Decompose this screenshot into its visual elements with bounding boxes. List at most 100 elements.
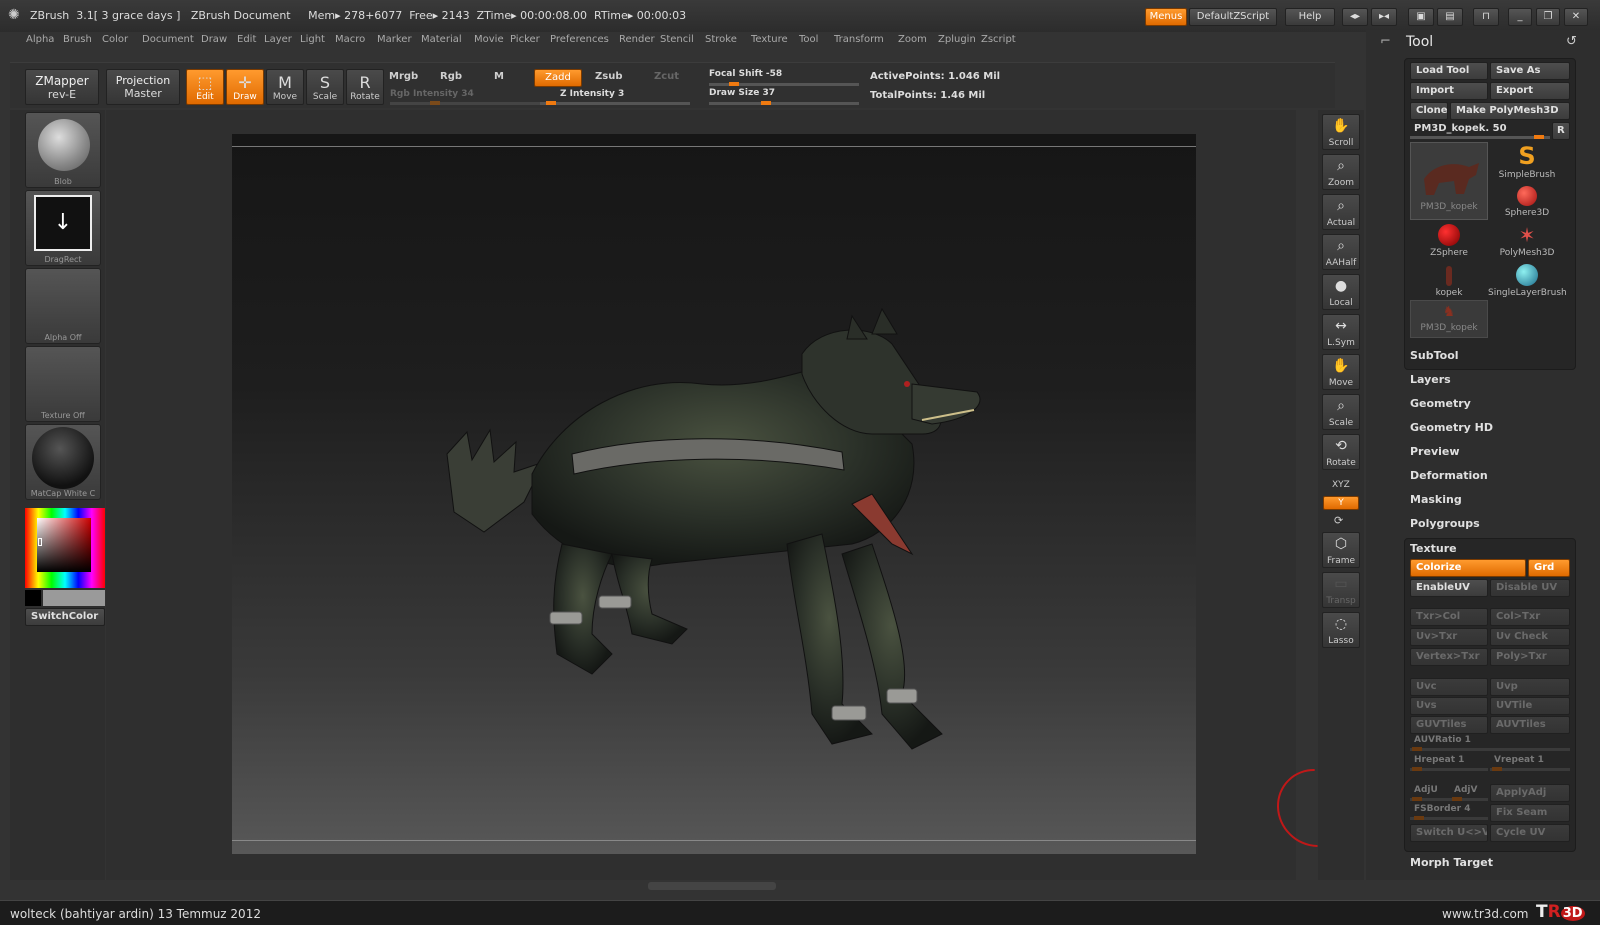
adju-knob[interactable] bbox=[1412, 797, 1422, 801]
adjv-slider[interactable]: AdjV bbox=[1454, 785, 1477, 795]
draw-size-track[interactable] bbox=[709, 101, 859, 105]
menu-brush[interactable]: Brush bbox=[63, 34, 92, 45]
grd-button[interactable]: Grd bbox=[1528, 559, 1570, 577]
edit-button[interactable]: ⬚ Edit bbox=[186, 69, 224, 105]
switch-uv-button[interactable]: Switch U<>V bbox=[1410, 824, 1488, 842]
thumb-zsphere[interactable]: ZSphere bbox=[1410, 222, 1488, 260]
fsborder-slider[interactable]: FSBorder 4 bbox=[1414, 804, 1471, 814]
actual-button[interactable]: ⌕ Actual bbox=[1322, 194, 1360, 230]
menu-zoom[interactable]: Zoom bbox=[898, 34, 927, 45]
current-tool-knob[interactable] bbox=[1534, 135, 1544, 139]
adjuv-track[interactable] bbox=[1410, 797, 1488, 801]
load-tool-button[interactable]: Load Tool bbox=[1410, 62, 1488, 80]
uv-check-button[interactable]: Uv Check bbox=[1490, 628, 1570, 646]
focal-shift-track[interactable] bbox=[709, 82, 859, 86]
local-button[interactable]: ● Local bbox=[1322, 274, 1360, 310]
rgb-intensity-slider[interactable]: Rgb Intensity 34 bbox=[390, 89, 474, 99]
section-deformation[interactable]: Deformation bbox=[1410, 469, 1488, 482]
thumb-pm3d-kopek-2[interactable]: ♞ PM3D_kopek bbox=[1410, 300, 1488, 338]
aahalf-button[interactable]: ⌕ AAHalf bbox=[1322, 234, 1360, 270]
uvc-button[interactable]: Uvc bbox=[1410, 678, 1488, 696]
vrepeat-knob[interactable] bbox=[1492, 767, 1502, 771]
mrgb-button[interactable]: Mrgb bbox=[389, 71, 418, 82]
vertex-txr-button[interactable]: Vertex>Txr bbox=[1410, 648, 1488, 666]
menu-zplugin[interactable]: Zplugin bbox=[938, 34, 976, 45]
brush-slot[interactable]: Blob bbox=[25, 112, 101, 188]
thumb-pm3d-kopek-active[interactable]: PM3D_kopek bbox=[1410, 142, 1488, 220]
adjv-knob[interactable] bbox=[1452, 797, 1462, 801]
menu-color[interactable]: Color bbox=[102, 34, 128, 45]
current-tool-track[interactable] bbox=[1410, 135, 1550, 139]
cycle-uv-button[interactable]: Cycle UV bbox=[1490, 824, 1570, 842]
scale-button[interactable]: S Scale bbox=[306, 69, 344, 105]
transp-button[interactable]: ▭ Transp bbox=[1322, 572, 1360, 608]
m-button[interactable]: M bbox=[494, 71, 504, 82]
guvtiles-button[interactable]: GUVTiles bbox=[1410, 716, 1488, 734]
menu-picker[interactable]: Picker bbox=[510, 34, 540, 45]
col-txr-button[interactable]: Col>Txr bbox=[1490, 608, 1570, 626]
default-zscript-button[interactable]: DefaultZScript bbox=[1189, 8, 1277, 26]
menu-light[interactable]: Light bbox=[300, 34, 325, 45]
zoom-button[interactable]: ⌕ Zoom bbox=[1322, 154, 1360, 190]
draw-size-slider[interactable]: Draw Size 37 bbox=[709, 88, 775, 98]
move-button[interactable]: M Move bbox=[266, 69, 304, 105]
vrepeat-slider[interactable]: Vrepeat 1 bbox=[1494, 755, 1544, 765]
section-polygroups[interactable]: Polygroups bbox=[1410, 517, 1480, 530]
menu-movie[interactable]: Movie bbox=[474, 34, 504, 45]
z-axis-icon[interactable]: ⟳ bbox=[1334, 514, 1343, 527]
hrepeat-knob[interactable] bbox=[1412, 767, 1422, 771]
focal-shift-knob[interactable] bbox=[729, 82, 739, 86]
lasso-button[interactable]: ◌ Lasso bbox=[1322, 612, 1360, 648]
disable-uv-button[interactable]: Disable UV bbox=[1490, 579, 1570, 597]
help-button[interactable]: Help bbox=[1285, 8, 1335, 26]
rotate-button[interactable]: R Rotate bbox=[346, 69, 384, 105]
thumb-simplebrush[interactable]: S SimpleBrush bbox=[1488, 142, 1566, 180]
switchcolor-button[interactable]: SwitchColor bbox=[25, 608, 105, 626]
uvtile-button[interactable]: UVTile bbox=[1490, 697, 1570, 715]
menus-button[interactable]: Menus bbox=[1145, 8, 1187, 26]
document-canvas[interactable] bbox=[232, 134, 1196, 854]
creature-model[interactable] bbox=[232, 134, 1196, 854]
menu-macro[interactable]: Macro bbox=[335, 34, 365, 45]
hrepeat-slider[interactable]: Hrepeat 1 bbox=[1414, 755, 1464, 765]
secondary-color-swatch[interactable] bbox=[43, 590, 105, 606]
save-as-button[interactable]: Save As bbox=[1490, 62, 1570, 80]
menu-alpha[interactable]: Alpha bbox=[26, 34, 54, 45]
clone-button[interactable]: Clone bbox=[1410, 102, 1448, 120]
menu-marker[interactable]: Marker bbox=[377, 34, 412, 45]
rgb-button[interactable]: Rgb bbox=[440, 71, 462, 82]
menu-preferences[interactable]: Preferences bbox=[550, 34, 609, 45]
section-geometry-hd[interactable]: Geometry HD bbox=[1410, 421, 1493, 434]
move-view-button[interactable]: ✋ Move bbox=[1322, 354, 1360, 390]
menu-edit[interactable]: Edit bbox=[237, 34, 256, 45]
texture-slot[interactable]: Texture Off bbox=[25, 346, 101, 422]
scale-view-button[interactable]: ⌕ Scale bbox=[1322, 394, 1360, 430]
uvp-button[interactable]: Uvp bbox=[1490, 678, 1570, 696]
fix-seam-button[interactable]: Fix Seam bbox=[1490, 804, 1570, 822]
section-morph-target[interactable]: Morph Target bbox=[1410, 856, 1493, 869]
poly-txr-button[interactable]: Poly>Txr bbox=[1490, 648, 1570, 666]
draw-button[interactable]: ✛ Draw bbox=[226, 69, 264, 105]
menu-transform[interactable]: Transform bbox=[834, 34, 884, 45]
section-masking[interactable]: Masking bbox=[1410, 493, 1462, 506]
section-geometry[interactable]: Geometry bbox=[1410, 397, 1471, 410]
focal-shift-slider[interactable]: Focal Shift -58 bbox=[709, 69, 782, 79]
menu-texture[interactable]: Texture bbox=[751, 34, 788, 45]
applyadj-button[interactable]: ApplyAdj bbox=[1490, 784, 1570, 802]
hrepeat-track[interactable] bbox=[1410, 767, 1488, 771]
y-axis-button[interactable]: Y bbox=[1323, 496, 1359, 510]
menu-tool[interactable]: Tool bbox=[799, 34, 818, 45]
adju-slider[interactable]: AdjU bbox=[1414, 785, 1438, 795]
menu-stencil[interactable]: Stencil bbox=[660, 34, 694, 45]
auvratio-knob[interactable] bbox=[1412, 747, 1422, 751]
main-color-swatch[interactable] bbox=[25, 590, 41, 606]
menu-layer[interactable]: Layer bbox=[264, 34, 292, 45]
xyz-button[interactable]: XYZ bbox=[1332, 480, 1350, 490]
scroll-button[interactable]: ✋ Scroll bbox=[1322, 114, 1360, 150]
minimize-icon[interactable]: _ bbox=[1508, 8, 1532, 26]
section-texture[interactable]: Texture bbox=[1410, 542, 1457, 555]
section-layers[interactable]: Layers bbox=[1410, 373, 1451, 386]
zadd-button[interactable]: Zadd bbox=[534, 69, 582, 87]
r-button[interactable]: R bbox=[1552, 122, 1570, 140]
enableuv-button[interactable]: EnableUV bbox=[1410, 579, 1488, 597]
